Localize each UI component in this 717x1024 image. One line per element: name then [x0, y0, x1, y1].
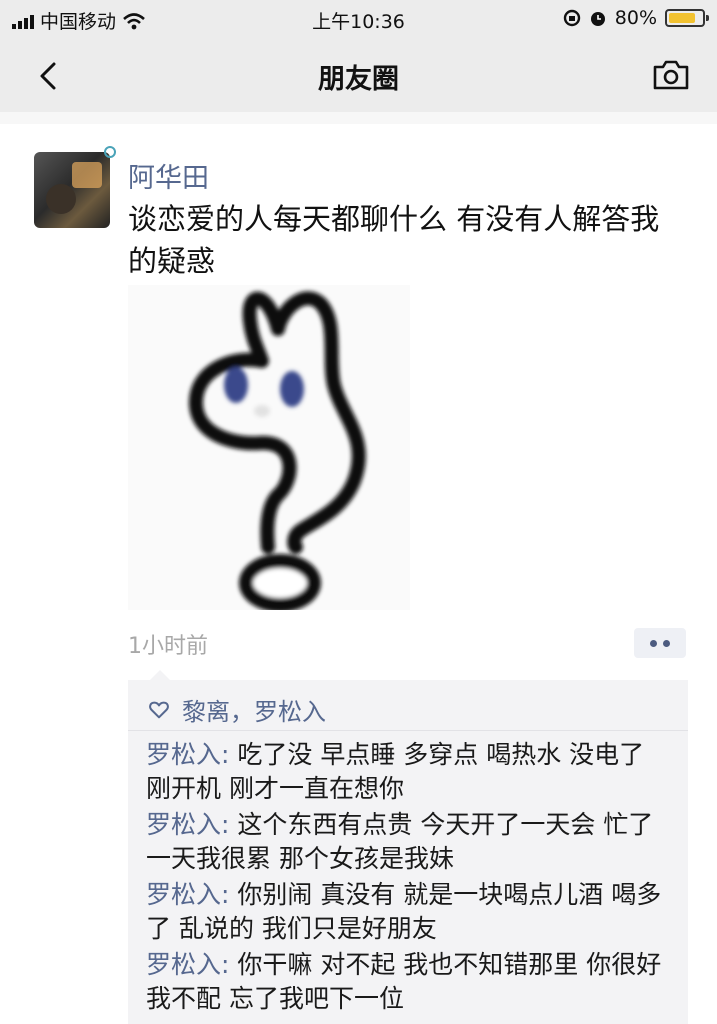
comment-author[interactable]: 罗松入 — [146, 810, 221, 839]
likes-row: 黎离，罗松入 — [148, 692, 326, 727]
comment-author[interactable]: 罗松入 — [146, 950, 221, 979]
status-ring-icon — [104, 146, 116, 158]
more-dot-icon — [663, 639, 670, 647]
comment-item[interactable]: 罗松入: 这个东西有点贵 今天开了一天会 忙了一天我很累 那个女孩是我妹 — [146, 808, 666, 876]
comments-box: 黎离，罗松入 罗松入: 吃了没 早点睡 多穿点 喝热水 没电了 刚开机 刚才一直… — [128, 670, 688, 1024]
page-title: 朋友圈 — [318, 64, 399, 95]
comment-item[interactable]: 罗松入: 你干嘛 对不起 我也不知错那里 你很好 我不配 忘了我吧下一位 — [146, 948, 666, 1016]
author-name[interactable]: 阿华田 — [128, 156, 209, 195]
avatar[interactable] — [34, 152, 110, 228]
battery-icon — [665, 9, 709, 27]
nav-bar: 朋友圈 — [0, 38, 717, 113]
comment-separator: : — [221, 880, 238, 909]
comment-item[interactable]: 罗松入: 吃了没 早点睡 多穿点 喝热水 没电了 刚开机 刚才一直在想你 — [146, 738, 666, 806]
more-options-button[interactable] — [634, 628, 686, 658]
post-image[interactable] — [128, 285, 410, 612]
comment-author[interactable]: 罗松入 — [146, 880, 221, 909]
post-time: 1小时前 — [128, 634, 208, 659]
post-text: 谈恋爱的人每天都聊什么 有没有人解答我的疑惑 — [128, 202, 660, 278]
comment-separator: : — [221, 740, 238, 769]
status-bar: 中国移动 上午10:36 80% — [0, 0, 717, 38]
more-dot-icon — [650, 639, 657, 647]
status-right: 80% — [563, 7, 709, 29]
comment-author[interactable]: 罗松入 — [146, 740, 221, 769]
likes-divider — [128, 730, 688, 731]
question-bunny-image — [189, 291, 366, 612]
section-gap — [0, 112, 717, 124]
comment-item[interactable]: 罗松入: 你别闹 真没有 就是一块喝点儿酒 喝多了 乱说的 我们只是好朋友 — [146, 878, 666, 946]
battery-percent: 80% — [614, 7, 657, 29]
likes-names[interactable]: 黎离，罗松入 — [182, 692, 326, 727]
alarm-icon — [590, 12, 605, 26]
comment-separator: : — [221, 950, 238, 979]
screen-lock-icon — [563, 9, 580, 27]
comment-separator: : — [221, 810, 238, 839]
heart-icon — [149, 701, 169, 718]
battery-fill — [669, 13, 695, 23]
camera-icon[interactable] — [651, 58, 691, 92]
